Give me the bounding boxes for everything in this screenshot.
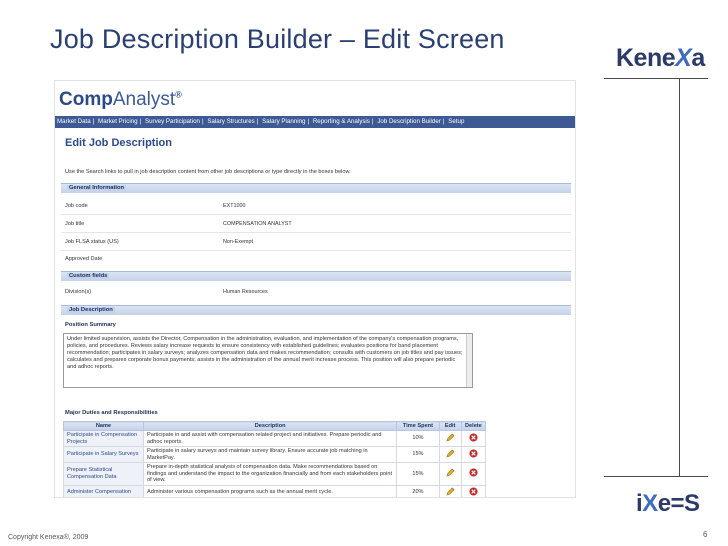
nav-market-pricing[interactable]: Market Pricing: [98, 116, 138, 128]
field-label-job-code: Job code: [65, 203, 88, 209]
duty-description: Administer various compensation programs…: [142, 484, 398, 497]
row-divider: [61, 232, 571, 233]
section-label: General Information: [67, 185, 127, 191]
edit-cell: [438, 446, 462, 463]
column-header-delete: Delete: [460, 421, 487, 431]
edit-cell: [438, 484, 462, 497]
nav-market-data[interactable]: Market Data: [57, 116, 91, 128]
section-job-description: Job Description: [61, 305, 571, 315]
field-label-approved-date: Approved Date: [65, 256, 103, 262]
companalyst-logo-light: Analyst: [112, 89, 176, 110]
table-row: Participate in Compensation Projects Par…: [63, 430, 487, 447]
position-summary-text: Under limited supervision, assists the D…: [67, 336, 463, 370]
divider-top: [604, 78, 708, 79]
column-header-description: Description: [142, 421, 398, 431]
table-row: Prepare Statistical Compensation Data Pr…: [63, 462, 487, 486]
duty-time-spent: 10%: [396, 430, 440, 447]
edit-cell: [438, 430, 462, 447]
delete-cell: [460, 430, 487, 447]
companalyst-logo: CompAnalyst®: [59, 89, 182, 111]
field-label-job-title: Job title: [65, 221, 85, 227]
page-heading: Edit Job Description: [65, 137, 172, 149]
nav-reporting-analysis[interactable]: Reporting & Analysis: [313, 116, 370, 128]
position-summary-textarea[interactable]: Under limited supervision, assists the D…: [63, 333, 473, 388]
duty-description: Prepare in-depth statistical analysis of…: [142, 462, 398, 486]
duty-description: Participate in and assist with compensat…: [142, 430, 398, 447]
row-divider: [61, 214, 571, 215]
divider-vertical: [679, 78, 680, 476]
field-label-flsa-status: Job FLSA status (US): [65, 239, 119, 245]
field-value-job-code: EXT1000: [223, 203, 246, 209]
delete-cell: [460, 484, 487, 497]
pencil-icon[interactable]: [446, 433, 455, 442]
duties-table: Name Description Time Spent Edit Delete …: [63, 421, 487, 497]
pencil-icon[interactable]: [446, 449, 455, 458]
pencil-icon[interactable]: [446, 468, 455, 477]
table-row: Administer Compensation Administer vario…: [63, 484, 487, 497]
duties-header-row: Name Description Time Spent Edit Delete: [63, 421, 487, 431]
divider-bottom: [604, 476, 708, 477]
field-value-division: Human Resources: [223, 289, 268, 295]
field-value-flsa-status: Non-Exempt: [223, 239, 253, 245]
slide-title: Job Description Builder – Edit Screen: [50, 24, 505, 54]
ixes-logo-rest: e=S: [657, 490, 700, 517]
delete-icon[interactable]: [469, 468, 478, 477]
kenexa-logo-right: a: [691, 44, 705, 72]
row-divider: [61, 250, 571, 251]
main-nav: Market Data | Market Pricing | Survey Part…: [55, 116, 575, 128]
nav-salary-structures[interactable]: Salary Structures: [207, 116, 254, 128]
ixes-logo-x: X: [642, 490, 658, 517]
copyright-text: Copyright Kenexa®, 2009: [8, 534, 89, 541]
section-label: Job Description: [67, 307, 115, 313]
edit-cell: [438, 462, 462, 486]
nav-survey-participation[interactable]: Survey Participation: [145, 116, 200, 128]
nav-salary-planning[interactable]: Salary Planning: [262, 116, 305, 128]
slide-number: 6: [703, 530, 708, 539]
field-label-division: Division(s): [65, 289, 92, 295]
kenexa-logo: KeneXa: [616, 44, 705, 73]
companalyst-logo-bold: Comp: [59, 89, 113, 110]
pencil-icon[interactable]: [446, 487, 455, 496]
kenexa-logo-x: X: [675, 44, 692, 72]
duties-heading: Major Duties and Responsibilities: [65, 410, 158, 416]
companalyst-logo-mark: ®: [175, 89, 182, 100]
kenexa-logo-left: Kene: [616, 44, 676, 72]
column-header-time-spent: Time Spent: [396, 421, 440, 431]
delete-icon[interactable]: [469, 433, 478, 442]
textarea-scrollbar[interactable]: [466, 334, 472, 387]
duty-time-spent: 20%: [396, 484, 440, 497]
duty-name: Participate in Compensation Projects: [63, 430, 144, 447]
instructions-text: Use the Search links to pull in job desc…: [65, 169, 351, 175]
delete-cell: [460, 446, 487, 463]
delete-icon[interactable]: [469, 486, 478, 496]
column-header-edit: Edit: [438, 421, 462, 431]
field-value-job-title: COMPENSATION ANALYST: [223, 221, 292, 227]
table-row: Participate in Salary Surveys Participat…: [63, 446, 487, 463]
section-general-information: General Information: [61, 183, 571, 193]
duty-name: Prepare Statistical Compensation Data: [63, 462, 144, 486]
duty-description: Participate in salary surveys and mainta…: [142, 446, 398, 463]
ixes-logo: iXe=S: [636, 490, 700, 518]
nav-setup[interactable]: Setup: [448, 116, 464, 128]
section-custom-fields: Custom fields: [61, 271, 571, 281]
section-label: Custom fields: [67, 273, 110, 279]
duty-name: Administer Compensation: [63, 484, 144, 497]
delete-cell: [460, 462, 487, 486]
delete-icon[interactable]: [469, 449, 478, 458]
app-screenshot: CompAnalyst® Market Data | Market Pricing…: [54, 80, 576, 498]
duty-time-spent: 15%: [396, 462, 440, 486]
duty-time-spent: 15%: [396, 446, 440, 463]
nav-job-description-builder[interactable]: Job Description Builder: [377, 116, 441, 128]
position-summary-heading: Position Summary: [65, 322, 116, 328]
column-header-name: Name: [63, 421, 144, 431]
duty-name: Participate in Salary Surveys: [63, 446, 144, 463]
